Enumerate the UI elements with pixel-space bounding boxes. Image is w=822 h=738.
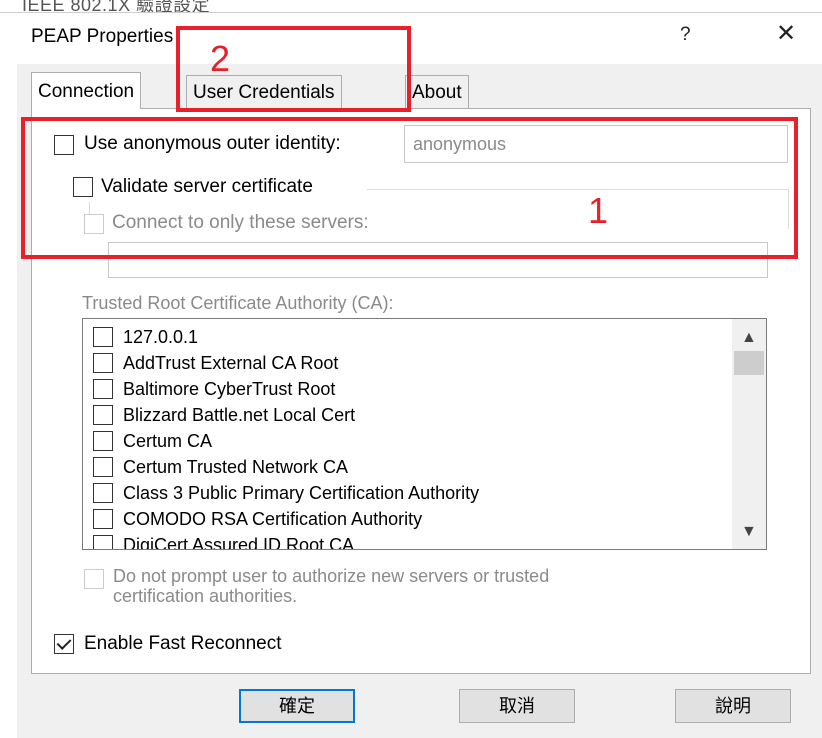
- ca-name: Baltimore CyberTrust Root: [123, 378, 336, 399]
- ca-checkbox[interactable]: [93, 483, 113, 503]
- list-item[interactable]: 127.0.0.1: [93, 324, 198, 350]
- tab-about[interactable]: About: [405, 75, 469, 108]
- cancel-button[interactable]: 取消: [459, 689, 575, 723]
- chevron-down-icon[interactable]: ▼: [741, 523, 757, 541]
- ca-name: Certum CA: [123, 430, 213, 451]
- ca-checkbox[interactable]: [93, 379, 113, 399]
- list-scrollbar[interactable]: ▲ ▼: [732, 319, 766, 549]
- list-item[interactable]: COMODO RSA Certification Authority: [93, 506, 422, 532]
- close-icon[interactable]: ✕: [776, 22, 796, 46]
- ca-name: Class 3 Public Primary Certification Aut…: [123, 482, 480, 503]
- top-divider: [0, 12, 822, 13]
- ok-button[interactable]: 確定: [239, 689, 355, 723]
- ca-checkbox[interactable]: [93, 327, 113, 347]
- ca-name: AddTrust External CA Root: [123, 352, 339, 373]
- ca-name: COMODO RSA Certification Authority: [123, 508, 423, 529]
- annotation-number-1: 1: [588, 190, 609, 231]
- ca-checkbox[interactable]: [93, 431, 113, 451]
- no-prompt-line1: Do not prompt user to authorize new serv…: [113, 566, 550, 586]
- trusted-ca-list[interactable]: 127.0.0.1 AddTrust External CA Root Balt…: [82, 318, 767, 550]
- ca-name: Certum Trusted Network CA: [123, 456, 349, 477]
- background-window-title: IEEE 802.1X 驗證設定: [22, 0, 211, 15]
- tab-connection[interactable]: Connection: [31, 72, 142, 109]
- ca-checkbox[interactable]: [93, 353, 113, 373]
- ca-name: 127.0.0.1: [123, 326, 199, 347]
- no-prompt-label: Do not prompt user to authorize new serv…: [113, 566, 549, 606]
- ca-name: Blizzard Battle.net Local Cert: [123, 404, 356, 425]
- help-icon-button[interactable]: ?: [680, 24, 691, 46]
- chevron-up-icon[interactable]: ▲: [741, 329, 757, 347]
- ca-checkbox[interactable]: [93, 457, 113, 477]
- annotation-box-1: [21, 117, 798, 259]
- list-item[interactable]: Blizzard Battle.net Local Cert: [93, 402, 355, 428]
- list-item[interactable]: Baltimore CyberTrust Root: [93, 376, 335, 402]
- fast-reconnect-checkbox[interactable]: [54, 634, 74, 654]
- no-prompt-checkbox[interactable]: [84, 569, 104, 589]
- help-button[interactable]: 說明: [675, 689, 791, 723]
- no-prompt-line2: certification authorities.: [113, 586, 298, 606]
- fast-reconnect-label: Enable Fast Reconnect: [84, 633, 282, 654]
- list-item[interactable]: Class 3 Public Primary Certification Aut…: [93, 480, 479, 506]
- list-item[interactable]: Certum CA: [93, 428, 212, 454]
- list-item[interactable]: Certum Trusted Network CA: [93, 454, 348, 480]
- list-item[interactable]: AddTrust External CA Root: [93, 350, 338, 376]
- annotation-number-2: 2: [210, 38, 231, 79]
- scroll-thumb[interactable]: [734, 351, 764, 375]
- trusted-ca-label: Trusted Root Certificate Authority (CA):: [82, 293, 394, 313]
- dialog-title: PEAP Properties: [31, 26, 174, 47]
- ca-checkbox[interactable]: [93, 535, 113, 549]
- ca-checkbox[interactable]: [93, 509, 113, 529]
- ca-name: DigiCert Assured ID Root CA: [123, 534, 355, 550]
- ca-checkbox[interactable]: [93, 405, 113, 425]
- list-item[interactable]: DigiCert Assured ID Root CA: [93, 532, 355, 550]
